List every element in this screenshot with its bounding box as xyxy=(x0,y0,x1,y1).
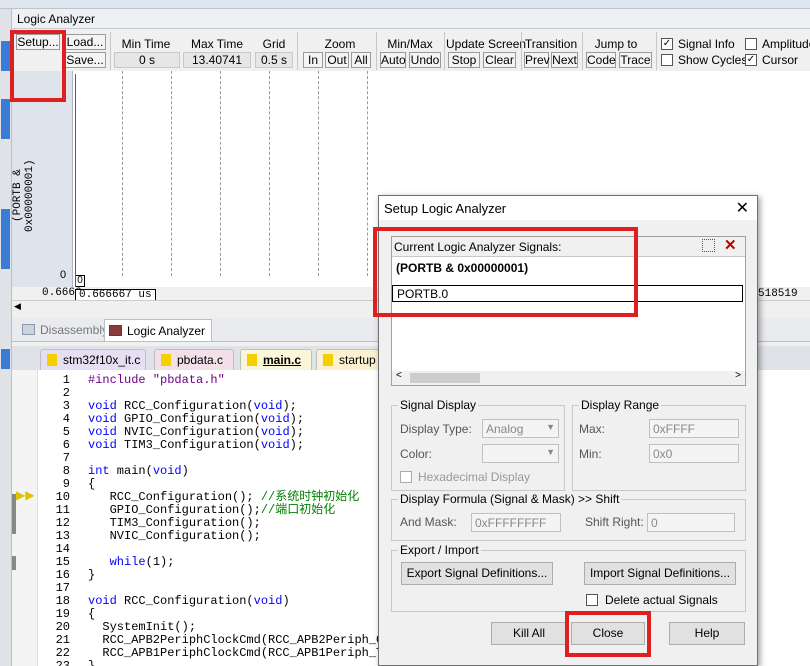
close-button[interactable]: Close xyxy=(571,622,645,645)
transition-label: Transition xyxy=(524,37,578,51)
value-marker: 0 xyxy=(75,275,85,287)
display-type-select[interactable]: Analog ▼ xyxy=(482,419,559,438)
trace-button[interactable]: Trace xyxy=(619,52,652,68)
next-button[interactable]: Next xyxy=(551,52,578,68)
minmax-auto-button[interactable]: Auto xyxy=(380,52,406,68)
shift-right-field[interactable]: 0 xyxy=(647,513,735,532)
min-time-label: Min Time xyxy=(121,37,171,51)
minmax-undo-button[interactable]: Undo xyxy=(409,52,441,68)
delete-actual-checkbox[interactable] xyxy=(586,594,598,606)
cursor-label: Cursor xyxy=(762,53,799,67)
line-number: 23 xyxy=(55,659,70,666)
code-line: void TIM3_Configuration(void); xyxy=(88,438,305,452)
signals-list-header: Current Logic Analyzer Signals: xyxy=(392,237,745,257)
setup-dialog: Setup Logic Analyzer ✕ Current Logic Ana… xyxy=(378,195,758,666)
hex-display-checkbox[interactable] xyxy=(400,471,412,483)
cursor-line[interactable] xyxy=(75,74,76,288)
scroll-thumb[interactable] xyxy=(410,373,480,383)
code-line: } xyxy=(88,659,96,666)
tab-stm32f10x-it[interactable]: stm32f10x_it.c xyxy=(40,349,146,370)
disassembly-icon xyxy=(22,324,35,335)
display-range-group: Display Range Max: 0xFFFF Min: 0x0 xyxy=(572,398,746,491)
min-time-value: 0 s xyxy=(114,52,180,68)
file-icon xyxy=(247,354,257,366)
tab-main[interactable]: main.c xyxy=(240,349,312,370)
tab-startup[interactable]: startup xyxy=(316,349,386,370)
max-time-label: Max Time xyxy=(190,37,243,51)
left-side-panel xyxy=(0,9,12,666)
export-import-group: Export / Import Export Signal Definition… xyxy=(391,543,746,612)
top-toolbar-strip xyxy=(0,0,810,9)
color-select[interactable]: ▼ xyxy=(482,444,559,463)
code-line: while(1); xyxy=(109,555,175,569)
logic-analyzer-icon xyxy=(109,325,122,336)
zoom-label: Zoom xyxy=(324,37,356,51)
import-button[interactable]: Import Signal Definitions... xyxy=(584,562,736,585)
code-line: #include "pbdata.h" xyxy=(88,374,225,387)
and-mask-field[interactable]: 0xFFFFFFFF xyxy=(471,513,561,532)
signal-name-column: (PORTB & 0x00000001) 0 xyxy=(12,71,73,287)
signal-info-label: Signal Info xyxy=(678,37,735,51)
scroll-left-icon[interactable]: < xyxy=(396,370,402,381)
code-line: NVIC_Configuration(); xyxy=(88,529,261,543)
prev-button[interactable]: Prev xyxy=(524,52,550,68)
load-button[interactable]: Load... xyxy=(64,34,106,50)
help-button[interactable]: Help xyxy=(669,622,745,645)
show-cycles-checkbox[interactable] xyxy=(661,54,673,66)
zoom-in-button[interactable]: In xyxy=(303,52,323,68)
y-axis-zero: 0 xyxy=(60,269,67,281)
clear-button[interactable]: Clear xyxy=(483,52,516,68)
close-icon[interactable]: ✕ xyxy=(736,198,749,218)
delete-signal-icon[interactable]: ✕ xyxy=(724,236,737,254)
jump-to-label: Jump to xyxy=(594,37,638,51)
tab-pbdata[interactable]: pbdata.c xyxy=(154,349,234,370)
chevron-down-icon: ▼ xyxy=(546,422,555,432)
update-screen-label: Update Screen xyxy=(446,37,527,51)
signals-list[interactable]: Current Logic Analyzer Signals: ✕ (PORTB… xyxy=(391,236,746,386)
scroll-right-icon[interactable]: > xyxy=(735,370,741,381)
grid-label: Grid xyxy=(262,37,286,51)
code-button[interactable]: Code xyxy=(586,52,616,68)
code-lines: 1 #include "pbdata.h" 2 3 void RCC_Configura… xyxy=(38,374,378,666)
chevron-down-icon: ▼ xyxy=(546,447,555,457)
zoom-all-button[interactable]: All xyxy=(351,52,371,68)
setup-button[interactable]: Setup... xyxy=(16,34,60,50)
signal-name-label: (PORTB & 0x00000001) xyxy=(12,159,36,233)
code-line: int main(void) xyxy=(88,464,189,478)
tab-logic-analyzer[interactable]: Logic Analyzer xyxy=(104,319,213,341)
signal-display-group: Signal Display Display Type: Analog ▼ Col… xyxy=(391,398,565,491)
display-formula-group: Display Formula (Signal & Mask) >> Shift… xyxy=(391,492,746,541)
file-icon xyxy=(161,354,171,366)
min-field[interactable]: 0x0 xyxy=(649,444,739,463)
signal-item[interactable]: (PORTB & 0x00000001) xyxy=(396,261,528,275)
signals-horizontal-scrollbar[interactable]: < > xyxy=(392,370,745,385)
export-button[interactable]: Export Signal Definitions... xyxy=(401,562,553,585)
code-line: RCC_APB1PeriphClockCmd(RCC_APB1Periph_TI xyxy=(88,646,378,660)
cursor-checkbox[interactable]: ✓ xyxy=(745,54,757,66)
grid-value: 0.5 s xyxy=(255,52,293,68)
dialog-title: Setup Logic Analyzer xyxy=(379,196,757,220)
amplitude-checkbox[interactable] xyxy=(745,38,757,50)
logic-analyzer-title: Logic Analyzer xyxy=(12,9,810,29)
minmax-label: Min/Max xyxy=(387,37,433,51)
save-button[interactable]: Save... xyxy=(64,52,106,68)
max-time-value: 13.40741 us xyxy=(183,52,251,81)
kill-all-button[interactable]: Kill All xyxy=(491,622,567,645)
file-icon xyxy=(47,354,57,366)
scroll-left-icon[interactable]: ◀ xyxy=(14,301,21,312)
amplitude-label: Amplitude xyxy=(762,37,810,51)
code-line: void RCC_Configuration(void) xyxy=(88,594,290,608)
signal-info-checkbox[interactable]: ✓ xyxy=(661,38,673,50)
zoom-out-button[interactable]: Out xyxy=(325,52,349,68)
show-cycles-label: Show Cycles xyxy=(678,53,748,67)
tab-disassembly[interactable]: Disassembly xyxy=(18,319,114,341)
new-signal-icon[interactable] xyxy=(702,239,715,252)
max-field[interactable]: 0xFFFF xyxy=(649,419,739,438)
editor-gutter[interactable]: ▶▶ xyxy=(12,370,38,666)
file-icon xyxy=(323,354,333,366)
execution-arrow-icon: ▶▶ xyxy=(16,488,35,502)
signal-edit-field[interactable]: PORTB.0 xyxy=(392,285,743,302)
stop-button[interactable]: Stop xyxy=(448,52,480,68)
code-line: } xyxy=(88,568,96,582)
